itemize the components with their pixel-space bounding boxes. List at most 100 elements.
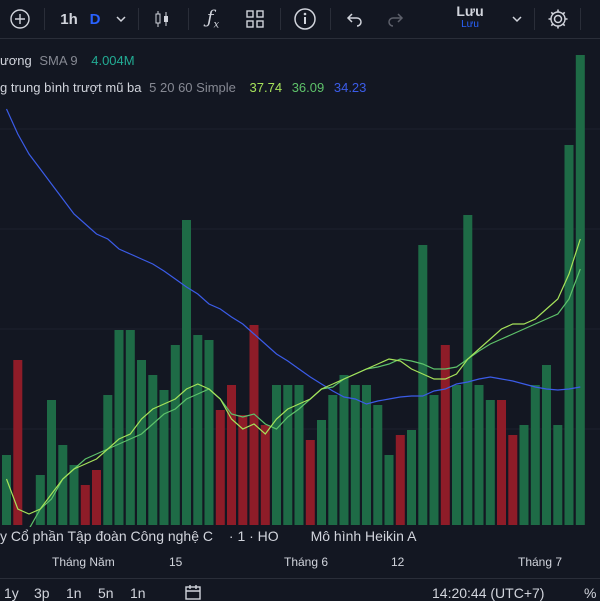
range-button-5n[interactable]: 5n <box>98 585 114 601</box>
toolbar-divider <box>580 8 581 30</box>
volume-legend-name: ương <box>0 53 32 68</box>
volume-bar <box>283 385 293 525</box>
redo-icon <box>388 13 404 27</box>
symbol-exchange: · 1 · HO <box>228 528 279 544</box>
volume-bar <box>395 435 405 525</box>
volume-bar <box>553 425 563 525</box>
chevron-down-icon <box>116 16 126 23</box>
footer-bar: 1y 3p 1n 5n 1n 14:20:44 (UTC+7) % <box>0 578 600 601</box>
volume-bar <box>35 475 45 525</box>
interval-1h-button[interactable]: 1h <box>56 0 82 38</box>
volume-chart <box>0 55 600 527</box>
save-dropdown-button[interactable] <box>508 0 526 38</box>
save-label: Lưu <box>456 3 484 19</box>
toolbar-divider <box>534 8 535 30</box>
save-sublabel: Lưu <box>461 19 479 30</box>
ema-legend: g trung bình trượt mũ ba 5 20 60 Simple … <box>0 80 366 95</box>
toolbar-divider <box>188 8 189 30</box>
range-button-1y[interactable]: 1y <box>4 585 19 601</box>
volume-bar <box>114 330 124 525</box>
add-symbol-button[interactable] <box>6 0 34 38</box>
redo-button[interactable] <box>384 0 408 38</box>
info-icon <box>294 8 316 30</box>
volume-bar <box>508 435 518 525</box>
volume-bar <box>148 375 158 525</box>
info-button[interactable] <box>292 0 318 38</box>
volume-bar <box>182 220 191 525</box>
volume-bar <box>384 455 394 525</box>
volume-bar <box>69 465 79 525</box>
volume-bar <box>272 385 281 525</box>
toolbar-divider <box>280 8 281 30</box>
top-toolbar: 1h D ƒx Lưu Lưu <box>0 0 600 39</box>
volume-bar <box>260 425 270 525</box>
ema-legend-value-2: 36.09 <box>291 80 325 95</box>
toolbar-divider <box>138 8 139 30</box>
volume-bar <box>137 360 146 525</box>
volume-bar <box>429 395 439 525</box>
undo-icon <box>346 13 362 27</box>
xaxis-label: Tháng 6 <box>284 555 329 569</box>
volume-bar <box>530 385 540 525</box>
volume-bar <box>463 215 473 525</box>
candles-icon <box>155 11 168 27</box>
xaxis-label: Tháng 7 <box>518 555 563 569</box>
toolbar-divider <box>330 8 331 30</box>
volume-bar <box>418 245 428 525</box>
volume-bar <box>170 345 180 525</box>
save-button[interactable]: Lưu Lưu <box>440 3 500 35</box>
range-button-3p[interactable]: 3p <box>34 585 50 601</box>
volume-bar <box>564 145 574 525</box>
volume-bar <box>519 425 529 525</box>
volume-bar <box>305 440 315 525</box>
xaxis-label: 12 <box>391 555 405 569</box>
clock-time[interactable]: 14:20:44 (UTC+7) <box>432 585 544 601</box>
volume-bar <box>350 385 360 525</box>
time-axis[interactable]: Tháng Năm 15 Tháng 6 12 Tháng 7 <box>0 550 600 576</box>
toolbar-divider <box>44 8 45 30</box>
range-button-1n-2[interactable]: 1n <box>130 585 146 601</box>
volume-bar <box>407 430 416 525</box>
volume-bar <box>328 395 338 525</box>
grid-icon <box>246 10 264 28</box>
interval-dropdown-button[interactable] <box>112 0 130 38</box>
undo-button[interactable] <box>342 0 366 38</box>
volume-bar <box>2 455 11 525</box>
ema-legend-name: g trung bình trượt mũ ba <box>0 80 142 95</box>
plus-icon <box>10 9 30 29</box>
calendar-icon[interactable] <box>184 583 202 601</box>
ema-legend-params: 5 20 60 Simple <box>149 80 236 95</box>
volume-bar <box>497 400 506 525</box>
settings-button[interactable] <box>545 0 571 38</box>
volume-bar <box>92 470 101 525</box>
range-button-1n[interactable]: 1n <box>66 585 82 601</box>
chevron-down-icon <box>512 16 522 23</box>
gear-icon <box>548 9 568 29</box>
volume-bar <box>238 415 248 525</box>
fx-icon: ƒx <box>206 7 220 31</box>
ema-legend-value-3: 34.23 <box>333 80 367 95</box>
volume-bar <box>204 340 214 525</box>
volume-bar <box>80 485 90 525</box>
sma-long-line <box>5 108 581 405</box>
volume-bar <box>159 390 169 525</box>
volume-bar <box>47 400 56 525</box>
volume-bar <box>575 55 585 525</box>
percent-toggle[interactable]: % <box>584 585 596 601</box>
volume-bar <box>474 385 484 525</box>
volume-bar <box>440 345 450 525</box>
layout-button[interactable] <box>242 0 268 38</box>
volume-legend: ương SMA 9 4.004M <box>0 53 135 68</box>
interval-d-button[interactable]: D <box>86 0 104 38</box>
volume-bar <box>452 385 461 525</box>
indicators-button[interactable]: ƒx <box>200 0 226 38</box>
symbol-description[interactable]: y Cổ phần Tập đoàn Công nghệ C · 1 · HO … <box>0 528 600 548</box>
chart-type-button[interactable] <box>150 0 174 38</box>
volume-bar <box>193 335 203 525</box>
volume-bar <box>125 330 135 525</box>
ema-legend-value-1: 37.74 <box>249 80 283 95</box>
chart-pane[interactable]: ương SMA 9 4.004M g trung bình trượt mũ … <box>0 39 600 527</box>
xaxis-label: 15 <box>169 555 183 569</box>
volume-bar <box>103 395 113 525</box>
volume-bar <box>373 405 383 525</box>
